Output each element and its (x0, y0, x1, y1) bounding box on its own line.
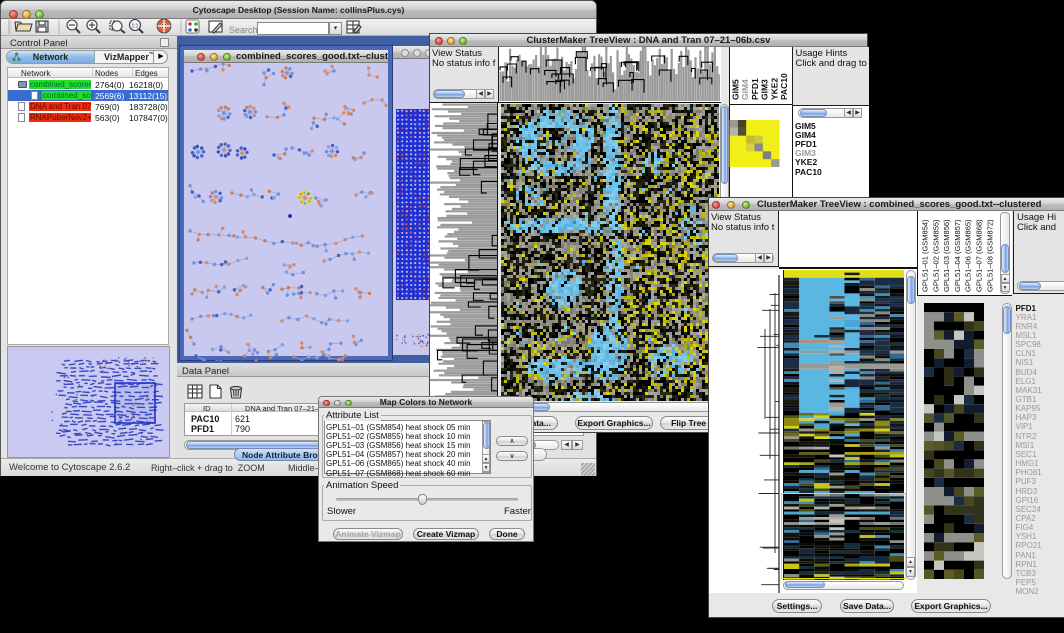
svg-text:GPL51–06 (GSM865): GPL51–06 (GSM865) (964, 219, 973, 292)
svg-text:GPL51–03 (GSM856): GPL51–03 (GSM856) (942, 219, 951, 292)
svg-text:GIM3: GIM3 (760, 79, 770, 100)
svg-text:GPL51–08 (GSM872): GPL51–08 (GSM872) (985, 219, 994, 292)
svg-text:GPL51–02 (GSM855): GPL51–02 (GSM855) (931, 219, 940, 292)
svg-text:PAC10: PAC10 (779, 73, 789, 100)
svg-text:GIM5: GIM5 (731, 79, 741, 100)
svg-text:GPL51–07 (GSM868): GPL51–07 (GSM868) (975, 219, 984, 292)
svg-text:GPL51–04 (GSM857): GPL51–04 (GSM857) (953, 219, 962, 292)
svg-text:GIM4: GIM4 (740, 79, 750, 100)
svg-text:1:1: 1:1 (132, 24, 139, 30)
svg-text:PFD1: PFD1 (750, 78, 760, 100)
svg-text:GPL51–01 (GSM854): GPL51–01 (GSM854) (921, 219, 930, 292)
svg-text:YKE2: YKE2 (769, 78, 779, 100)
